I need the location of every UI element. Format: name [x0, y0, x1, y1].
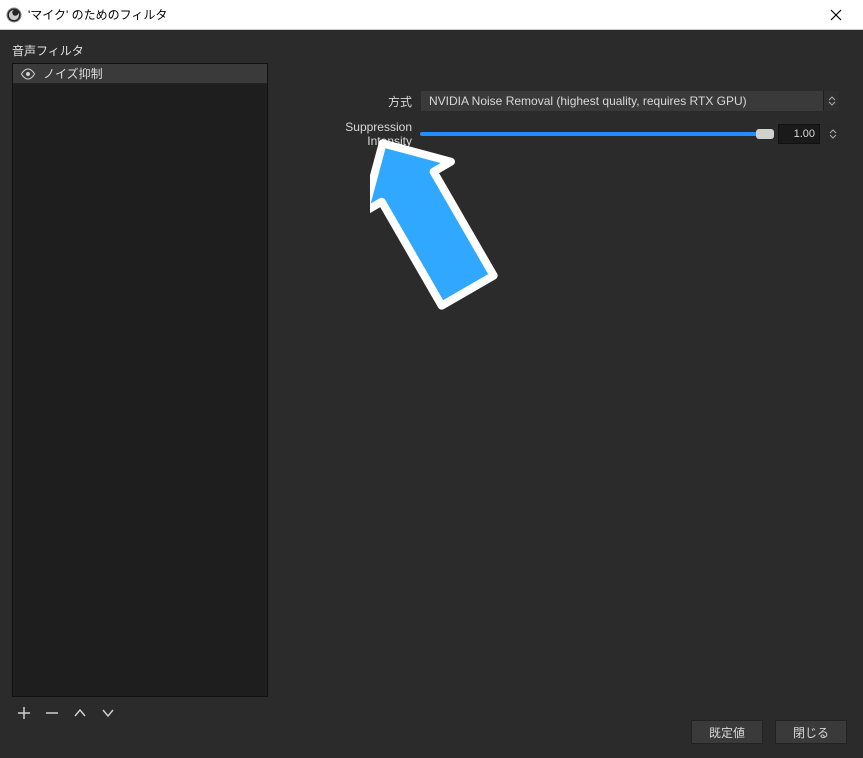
- filter-list[interactable]: ノイズ抑制: [12, 63, 268, 697]
- visibility-toggle-icon[interactable]: [19, 67, 37, 81]
- add-filter-button[interactable]: [14, 703, 34, 723]
- move-filter-up-button[interactable]: [70, 703, 90, 723]
- minus-icon: [45, 706, 59, 720]
- filter-item-noise-suppression[interactable]: ノイズ抑制: [13, 64, 267, 84]
- audio-filters-label: 音声フィルタ: [12, 42, 268, 59]
- close-button[interactable]: 閉じる: [775, 720, 847, 744]
- dropdown-spinner[interactable]: [823, 91, 839, 111]
- intensity-slider[interactable]: [420, 132, 772, 136]
- method-label: 方式: [300, 93, 420, 110]
- defaults-button[interactable]: 既定値: [691, 720, 763, 744]
- chevron-down-icon: [101, 706, 115, 720]
- dialog-buttons: 既定値 閉じる: [691, 720, 847, 744]
- titlebar: 'マイク' のためのフィルタ: [0, 0, 863, 30]
- intensity-spinner[interactable]: [826, 124, 840, 144]
- filter-toolbar: [12, 697, 268, 723]
- slider-thumb[interactable]: [756, 129, 774, 139]
- method-value: NVIDIA Noise Removal (highest quality, r…: [429, 94, 747, 108]
- intensity-row: Suppression Intensity 1.00: [300, 120, 840, 148]
- method-row: 方式 NVIDIA Noise Removal (highest quality…: [300, 90, 840, 112]
- filter-item-label: ノイズ抑制: [43, 65, 103, 82]
- close-window-button[interactable]: [815, 1, 857, 29]
- left-panel: 音声フィルタ ノイズ抑制: [12, 42, 268, 723]
- content-area: 音声フィルタ ノイズ抑制: [0, 30, 863, 758]
- chevron-down-icon: [829, 134, 837, 139]
- intensity-value-input[interactable]: 1.00: [778, 124, 820, 144]
- chevron-down-icon: [828, 101, 836, 106]
- remove-filter-button[interactable]: [42, 703, 62, 723]
- obs-logo-icon: [6, 7, 22, 23]
- window-title: 'マイク' のためのフィルタ: [28, 6, 815, 23]
- move-filter-down-button[interactable]: [98, 703, 118, 723]
- intensity-label: Suppression Intensity: [300, 120, 420, 148]
- close-icon: [830, 9, 842, 21]
- plus-icon: [17, 706, 31, 720]
- filter-settings-panel: 方式 NVIDIA Noise Removal (highest quality…: [300, 90, 840, 156]
- chevron-up-icon: [73, 706, 87, 720]
- method-dropdown[interactable]: NVIDIA Noise Removal (highest quality, r…: [420, 90, 840, 112]
